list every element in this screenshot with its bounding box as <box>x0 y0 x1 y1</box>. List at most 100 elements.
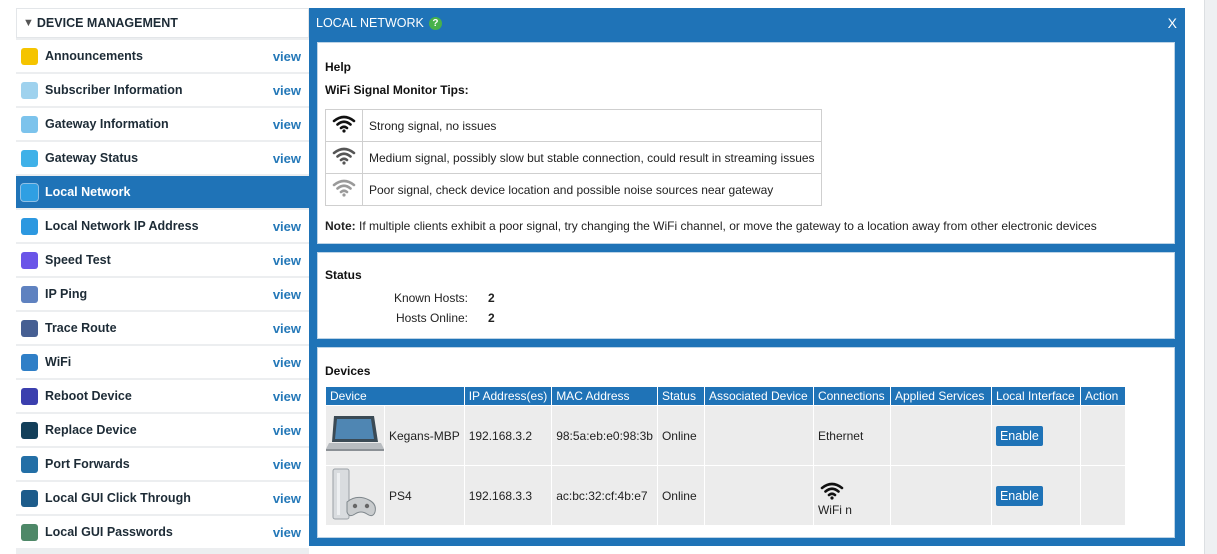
help-title: Help <box>325 60 352 74</box>
panel-title: LOCAL NETWORK <box>316 16 424 30</box>
wifi-signal-icon <box>820 482 844 500</box>
ip-address: 192.168.3.3 <box>463 465 553 526</box>
page-scrollbar[interactable] <box>1204 0 1217 554</box>
signal-icon-cell <box>325 141 363 174</box>
status-title: Status <box>325 268 362 282</box>
ip-address: 192.168.3.2 <box>463 405 553 466</box>
view-link[interactable]: view <box>273 253 301 268</box>
sidebar-item-gateway-status[interactable]: Gateway Status view <box>16 142 309 174</box>
column-header[interactable]: Applied Services <box>889 386 992 406</box>
color-square-icon <box>21 319 38 337</box>
view-link[interactable]: view <box>273 151 301 166</box>
connection-cell: Ethernet <box>812 405 891 466</box>
known-hosts-row: Known Hosts: 2 <box>318 291 495 305</box>
wifi-signal-icon <box>332 147 356 165</box>
connection-type: Ethernet <box>817 428 864 443</box>
view-link[interactable]: view <box>273 83 301 98</box>
applied-services <box>889 465 992 526</box>
sidebar-item-replace-device[interactable]: Replace Device view <box>16 414 309 446</box>
signal-tip-row: Poor signal, check device location and p… <box>325 173 822 206</box>
enable-button[interactable]: Enable <box>995 485 1043 506</box>
column-header[interactable]: Action <box>1079 386 1126 406</box>
device-status: Online <box>656 465 705 526</box>
sidebar-item-label: Reboot Device <box>45 389 132 403</box>
view-link[interactable]: view <box>273 117 301 132</box>
device-row: Kegans-MBP 192.168.3.2 98:5a:eb:e0:98:3b On… <box>325 405 1126 466</box>
signal-icon-cell <box>325 109 363 142</box>
wifi-signal-icon <box>332 179 356 197</box>
color-square-icon <box>21 217 38 235</box>
column-header[interactable]: Device <box>325 386 465 406</box>
view-link[interactable]: view <box>273 355 301 370</box>
close-button[interactable]: X <box>1168 15 1177 31</box>
hosts-online-label: Hosts Online: <box>395 311 468 325</box>
sidebar-item-local-gui-passwords[interactable]: Local GUI Passwords view <box>16 516 309 548</box>
sidebar-item-local-network[interactable]: Local Network <box>16 176 309 208</box>
signal-icon-cell <box>325 173 363 206</box>
view-link[interactable]: view <box>273 491 301 506</box>
view-link[interactable]: view <box>273 389 301 404</box>
device-name: Kegans-MBP <box>384 405 465 466</box>
sidebar-item-announcements[interactable]: Announcements view <box>16 40 309 72</box>
connection-cell-inner: WiFi n <box>818 474 886 517</box>
sidebar-item-trace-route[interactable]: Trace Route view <box>16 312 309 344</box>
devices-table: Device IP Address(es) MAC Address Status Ass… <box>325 386 1126 526</box>
column-header[interactable]: Connections <box>812 386 891 406</box>
view-link[interactable]: view <box>273 525 301 540</box>
status-section: Status Known Hosts: 2 Hosts Online: 2 <box>317 252 1175 339</box>
view-link[interactable]: view <box>273 321 301 336</box>
associated-device <box>703 465 814 526</box>
collapse-triangle-icon[interactable]: ▼ <box>23 17 34 29</box>
sidebar-item-gateway-information[interactable]: Gateway Information view <box>16 108 309 140</box>
associated-device <box>703 405 814 466</box>
sidebar-item-label: Trace Route <box>45 321 117 335</box>
sidebar-item-local-gui-click-through[interactable]: Local GUI Click Through view <box>16 482 309 514</box>
view-link[interactable]: view <box>273 219 301 234</box>
color-square-icon <box>21 115 38 133</box>
devices-title: Devices <box>325 364 371 378</box>
note-label: Note: <box>325 219 356 233</box>
sidebar-item-local-network-ip-address[interactable]: Local Network IP Address view <box>16 210 309 242</box>
sidebar-header-label: DEVICE MANAGEMENT <box>36 16 178 30</box>
view-link[interactable]: view <box>273 287 301 302</box>
color-square-icon <box>21 387 38 405</box>
column-header[interactable]: Associated Device <box>703 386 814 406</box>
view-link[interactable]: view <box>273 457 301 472</box>
laptop-icon <box>325 405 385 466</box>
color-square-icon <box>21 285 38 303</box>
color-square-icon <box>21 251 38 269</box>
panel-title-bar: LOCAL NETWORK ? X <box>309 8 1185 38</box>
sidebar-item-speed-test[interactable]: Speed Test view <box>16 244 309 276</box>
sidebar-item-label: Speed Test <box>45 253 111 267</box>
color-square-icon <box>21 489 38 507</box>
action-cell <box>1079 465 1126 526</box>
help-note: Note: If multiple clients exhibit a poor… <box>325 219 1097 233</box>
sidebar-item-label: Announcements <box>45 49 143 63</box>
color-square-icon <box>21 421 38 439</box>
local-network-panel: LOCAL NETWORK ? X Help WiFi Signal Monit… <box>309 8 1185 546</box>
device-row: PS4 192.168.3.3 ac:bc:32:cf:4b:e7 Online WiF… <box>325 465 1126 526</box>
view-link[interactable]: view <box>273 423 301 438</box>
sidebar-item-label: Port Forwards <box>45 457 130 471</box>
help-icon[interactable]: ? <box>428 16 442 30</box>
column-header[interactable]: Status <box>656 386 705 406</box>
column-header[interactable]: Local Interface <box>990 386 1081 406</box>
sidebar-item-port-forwards[interactable]: Port Forwards view <box>16 448 309 480</box>
sidebar-item-reboot-device[interactable]: Reboot Device view <box>16 380 309 412</box>
devices-section: Devices Device IP Address(es) MAC Address S… <box>317 347 1175 538</box>
applied-services <box>889 405 992 466</box>
enable-button[interactable]: Enable <box>995 425 1043 446</box>
color-square-icon <box>20 182 39 202</box>
column-header[interactable]: IP Address(es) <box>463 386 553 406</box>
view-link[interactable]: view <box>273 49 301 64</box>
sidebar-item-ip-ping[interactable]: IP Ping view <box>16 278 309 310</box>
color-square-icon <box>21 149 38 167</box>
sidebar-item-wifi[interactable]: WiFi view <box>16 346 309 378</box>
sidebar-item-label: Local Network <box>45 185 131 199</box>
sidebar-header[interactable]: ▼ DEVICE MANAGEMENT <box>16 8 309 38</box>
action-cell <box>1079 405 1126 466</box>
sidebar-item-subscriber-information[interactable]: Subscriber Information view <box>16 74 309 106</box>
column-header[interactable]: MAC Address <box>551 386 658 406</box>
signal-tip-text: Medium signal, possibly slow but stable … <box>362 141 822 174</box>
color-square-icon <box>21 455 38 473</box>
